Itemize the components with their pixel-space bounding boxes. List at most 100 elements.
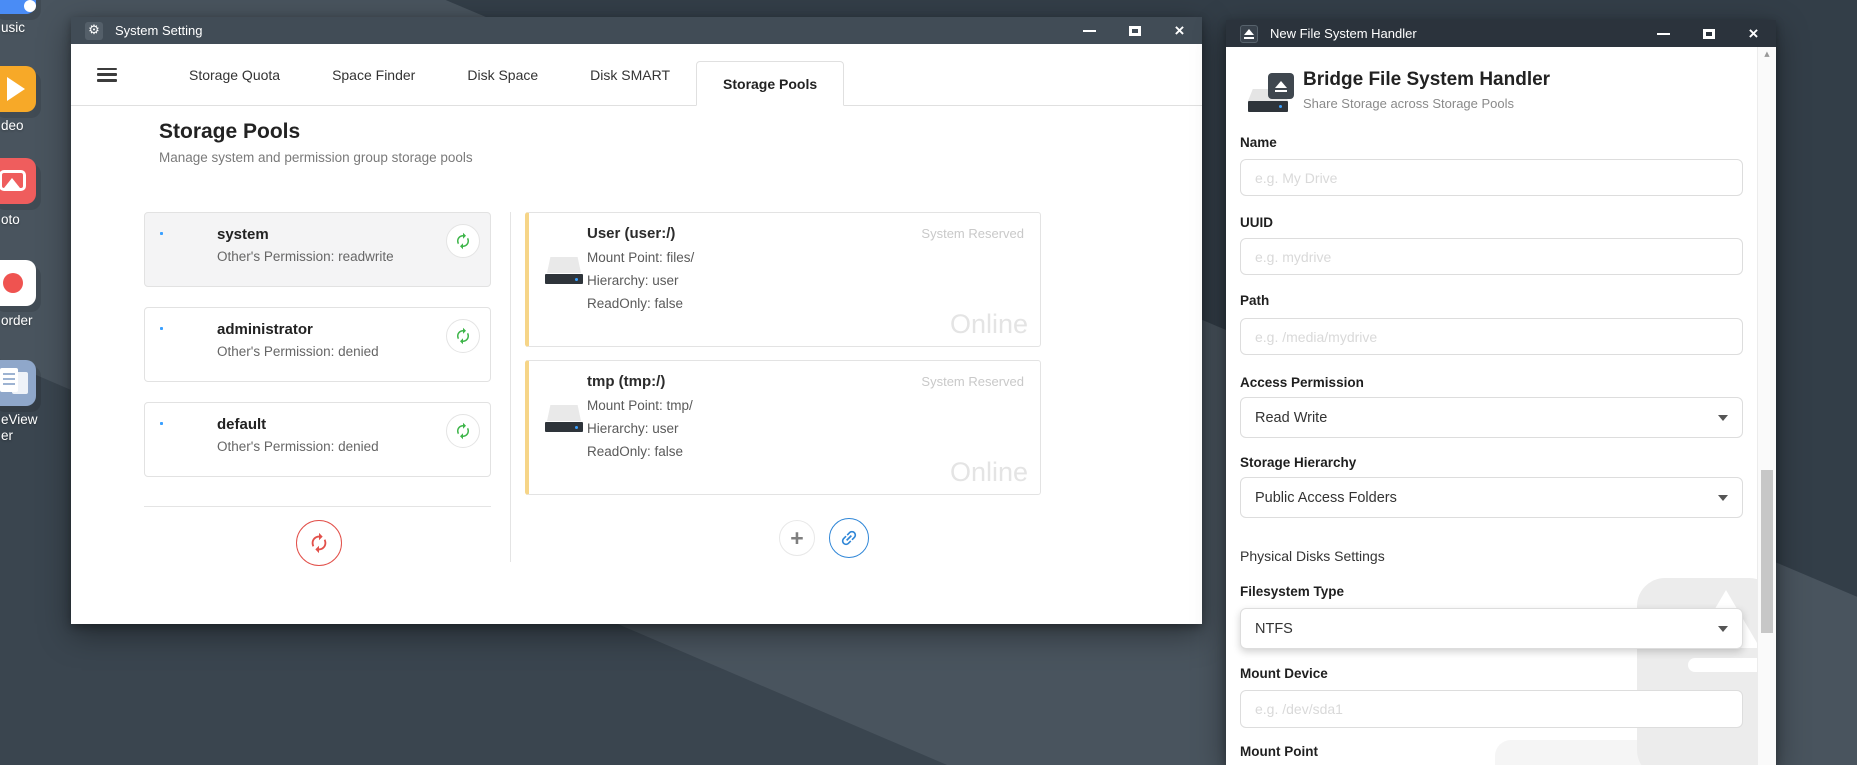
video-app-icon[interactable] (0, 66, 36, 112)
mount-point-label: Mount Point (1240, 744, 1318, 759)
photo-app-icon[interactable] (0, 158, 36, 204)
document-glyph (0, 368, 18, 392)
bridge-handler-icon (1248, 73, 1294, 115)
handler-header-title: Bridge File System Handler (1303, 69, 1550, 91)
volume-title: tmp (tmp:/) (587, 373, 665, 390)
storage-pools-panel: Storage Pools Manage system and permissi… (71, 106, 1202, 623)
settings-tab-bar: Storage Quota Space Finder Disk Space Di… (71, 44, 1202, 106)
storage-hierarchy-select[interactable]: Public Access Folders (1240, 477, 1743, 518)
add-volume-button[interactable]: + (779, 520, 815, 556)
refresh-pool-button[interactable] (446, 224, 480, 258)
storage-hierarchy-label: Storage Hierarchy (1240, 455, 1356, 470)
pool-item-system[interactable]: system Other's Permission: readwrite (144, 212, 491, 287)
system-reserved-badge: System Reserved (921, 374, 1024, 389)
volume-readonly: ReadOnly: false (587, 296, 683, 311)
volume-hierarchy: Hierarchy: user (587, 273, 679, 288)
mount-device-label: Mount Device (1240, 666, 1328, 681)
tab-storage-pools[interactable]: Storage Pools (696, 61, 844, 106)
hard-drive-icon (545, 257, 583, 284)
uuid-input[interactable] (1240, 238, 1743, 275)
new-file-system-handler-window: New File System Handler × Bridge File Sy… (1226, 20, 1776, 765)
recorder-app-label: order (1, 313, 33, 328)
volume-card-tmp[interactable]: tmp (tmp:/) Mount Point: tmp/ Hierarchy:… (525, 360, 1041, 495)
handler-form: Bridge File System Handler Share Storage… (1226, 47, 1776, 765)
play-glyph (7, 77, 25, 101)
divider (144, 506, 491, 507)
link-volume-button[interactable] (829, 518, 869, 558)
tab-disk-smart[interactable]: Disk SMART (564, 67, 696, 83)
maximize-button[interactable] (1701, 26, 1716, 41)
refresh-icon (454, 327, 472, 345)
gear-icon: ⚙ (85, 22, 103, 40)
handler-window-title: New File System Handler (1270, 26, 1417, 41)
chevron-down-icon (1718, 415, 1728, 421)
refresh-icon (454, 422, 472, 440)
scrollbar[interactable]: ▲ (1757, 47, 1776, 765)
pool-name: default (217, 416, 266, 433)
volume-readonly: ReadOnly: false (587, 444, 683, 459)
pool-name: system (217, 226, 269, 243)
system-setting-titlebar[interactable]: ⚙ System Setting × (71, 17, 1202, 44)
handler-header-subtitle: Share Storage across Storage Pools (1303, 96, 1514, 111)
mount-device-input[interactable] (1240, 690, 1743, 728)
photo-app-label: oto (1, 212, 20, 227)
video-app-label: deo (1, 118, 24, 133)
recorder-app-icon[interactable] (0, 260, 36, 306)
minimize-button[interactable] (1082, 23, 1097, 38)
refresh-pool-button[interactable] (446, 414, 480, 448)
column-divider (510, 212, 511, 562)
scroll-up-icon[interactable]: ▲ (1758, 50, 1776, 58)
pool-name: administrator (217, 321, 313, 338)
physical-disks-settings-section: Physical Disks Settings (1240, 548, 1385, 564)
link-icon (835, 524, 863, 552)
fileviewer-app-label: eView (1, 412, 38, 427)
pool-list: system Other's Permission: readwrite adm… (144, 212, 491, 497)
close-button[interactable]: × (1172, 23, 1187, 38)
filesystem-type-select[interactable]: NTFS (1240, 608, 1743, 649)
music-app-icon[interactable] (0, 0, 36, 14)
desktop-icons: usic deo oto order eView er (0, 0, 52, 765)
refresh-pool-button[interactable] (446, 319, 480, 353)
system-setting-window-title: System Setting (115, 23, 202, 38)
page-subtitle: Manage system and permission group stora… (159, 150, 473, 165)
pool-item-administrator[interactable]: administrator Other's Permission: denied (144, 307, 491, 382)
volume-title: User (user:/) (587, 225, 675, 242)
fileviewer-app-label-2: er (1, 428, 13, 443)
pool-item-default[interactable]: default Other's Permission: denied (144, 402, 491, 477)
refresh-all-pools-button[interactable] (296, 520, 342, 566)
handler-titlebar[interactable]: New File System Handler × (1226, 20, 1776, 47)
online-status-watermark: Online (950, 457, 1028, 488)
record-glyph (3, 273, 23, 293)
page-title: Storage Pools (159, 120, 300, 144)
name-label: Name (1240, 135, 1277, 150)
minimize-button[interactable] (1656, 26, 1671, 41)
volume-mount-point: Mount Point: files/ (587, 250, 694, 265)
scrollbar-thumb[interactable] (1761, 470, 1773, 633)
close-button[interactable]: × (1746, 26, 1761, 41)
access-permission-value: Read Write (1255, 410, 1327, 426)
filesystem-type-label: Filesystem Type (1240, 584, 1344, 599)
music-glyph (24, 0, 36, 12)
tab-storage-quota[interactable]: Storage Quota (163, 67, 306, 83)
chevron-down-icon (1718, 626, 1728, 632)
maximize-button[interactable] (1127, 23, 1142, 38)
storage-hierarchy-value: Public Access Folders (1255, 490, 1397, 506)
photo-glyph (0, 170, 26, 191)
music-app-label: usic (1, 20, 25, 35)
desktop: usic deo oto order eView er ⚙ System Set… (0, 0, 1857, 765)
access-permission-select[interactable]: Read Write (1240, 397, 1743, 438)
name-input[interactable] (1240, 159, 1743, 196)
fileviewer-app-icon[interactable] (0, 360, 36, 406)
hard-drive-icon (545, 405, 583, 432)
chevron-down-icon (1718, 495, 1728, 501)
menu-icon[interactable] (97, 68, 117, 82)
pool-permission: Other's Permission: readwrite (217, 249, 394, 264)
system-reserved-badge: System Reserved (921, 226, 1024, 241)
tab-space-finder[interactable]: Space Finder (306, 67, 441, 83)
volume-hierarchy: Hierarchy: user (587, 421, 679, 436)
path-input[interactable] (1240, 318, 1743, 355)
tab-disk-space[interactable]: Disk Space (441, 67, 564, 83)
volume-card-user[interactable]: User (user:/) Mount Point: files/ Hierar… (525, 212, 1041, 347)
pool-permission: Other's Permission: denied (217, 344, 379, 359)
pool-permission: Other's Permission: denied (217, 439, 379, 454)
